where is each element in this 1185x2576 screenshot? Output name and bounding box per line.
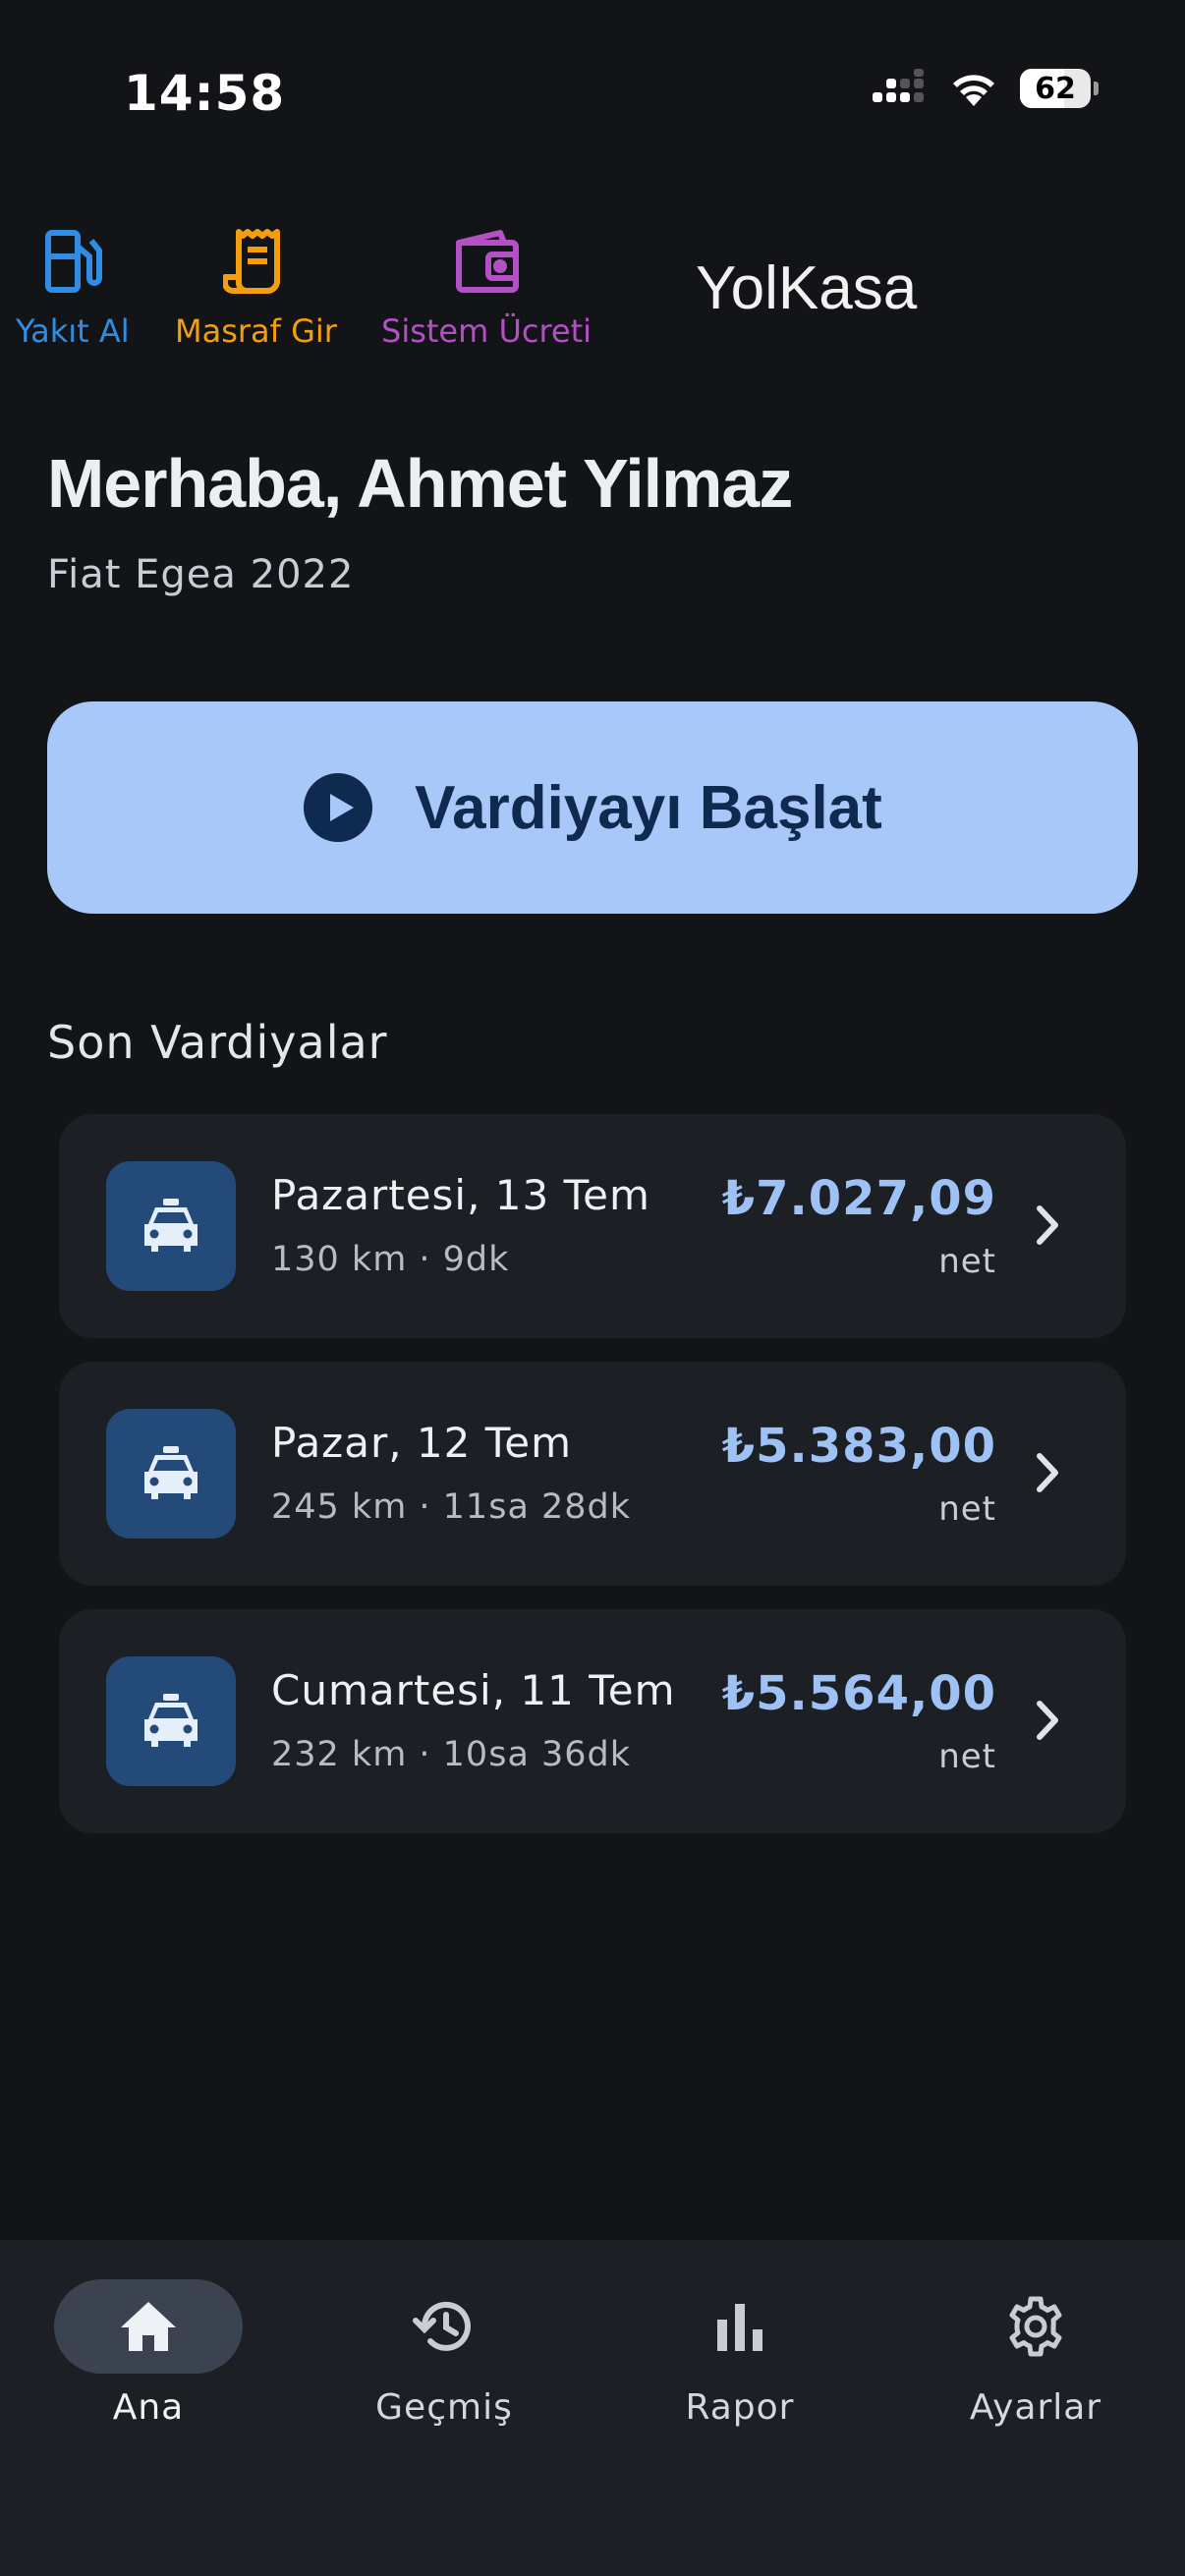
shift-net-amount: ₺5.564,00: [721, 1666, 996, 1721]
start-shift-button[interactable]: Vardiyayı Başlat: [47, 701, 1138, 914]
nav-label-settings: Ayarlar: [969, 2387, 1102, 2428]
shift-date: Pazartesi, 13 Tem: [271, 1171, 650, 1219]
taxi-icon-box: [106, 1656, 236, 1786]
nav-label-home: Ana: [112, 2387, 185, 2428]
shift-details: 245 km · 11sa 28dk: [271, 1487, 632, 1527]
shift-date: Cumartesi, 11 Tem: [271, 1666, 676, 1714]
chevron-right-icon: [1037, 1205, 1058, 1245]
nav-label-history: Geçmiş: [375, 2387, 513, 2428]
taxi-icon: [144, 1446, 198, 1499]
quick-action-system-fee[interactable]: Sistem Ücreti: [381, 224, 592, 350]
quick-action-expense-label: Masraf Gir: [175, 312, 337, 350]
status-time: 14:58: [124, 65, 286, 122]
shift-net-amount: ₺7.027,09: [721, 1171, 996, 1226]
nav-item-home[interactable]: Ana: [21, 2279, 276, 2428]
chevron-right-icon: [1037, 1453, 1058, 1492]
start-shift-label: Vardiyayı Başlat: [415, 773, 882, 842]
taxi-icon: [144, 1199, 198, 1252]
shift-card[interactable]: Cumartesi, 11 Tem 232 km · 10sa 36dk ₺5.…: [59, 1609, 1126, 1833]
greeting-title: Merhaba, Ahmet Yilmaz: [47, 445, 793, 522]
taxi-icon-box: [106, 1161, 236, 1291]
history-icon: [413, 2301, 471, 2351]
taxi-icon-box: [106, 1409, 236, 1539]
battery-indicator: 62: [1020, 69, 1099, 108]
quick-action-fuel-label: Yakıt Al: [16, 312, 130, 350]
cellular-signal-icon: [873, 69, 924, 102]
shift-net-label: net: [938, 1489, 996, 1529]
play-circle-icon: [304, 773, 373, 842]
nav-item-report[interactable]: Rapor: [612, 2279, 868, 2428]
wifi-icon: [953, 75, 994, 106]
recent-shifts-title: Son Vardiyalar: [47, 1016, 388, 1069]
shift-details: 130 km · 9dk: [271, 1240, 510, 1279]
quick-action-expense[interactable]: Masraf Gir: [175, 224, 337, 350]
shift-card[interactable]: Pazartesi, 13 Tem 130 km · 9dk ₺7.027,09…: [59, 1114, 1126, 1338]
taxi-icon: [144, 1694, 198, 1747]
bar-chart-icon: [717, 2304, 762, 2351]
quick-action-fuel[interactable]: Yakıt Al: [16, 224, 130, 350]
car-model: Fiat Egea 2022: [47, 552, 355, 597]
nav-item-settings[interactable]: Ayarlar: [908, 2279, 1163, 2428]
nav-item-history[interactable]: Geçmiş: [316, 2279, 572, 2428]
nav-active-indicator: [54, 2279, 243, 2374]
shift-net-amount: ₺5.383,00: [721, 1419, 996, 1474]
shift-details: 232 km · 10sa 36dk: [271, 1735, 632, 1774]
quick-action-system-fee-label: Sistem Ücreti: [381, 312, 592, 350]
wallet-icon: [456, 230, 520, 293]
status-icons: 62: [873, 69, 1099, 108]
app-brand: YolKasa: [696, 254, 918, 322]
nav-label-report: Rapor: [685, 2387, 795, 2428]
settings-gear-icon: [1009, 2296, 1062, 2357]
bottom-navigation: Ana Geçmiş Rapor Ayarlar: [0, 2240, 1185, 2576]
shift-net-label: net: [938, 1737, 996, 1776]
shift-net-label: net: [938, 1242, 996, 1281]
fuel-pump-icon: [44, 230, 102, 293]
battery-percent: 62: [1035, 71, 1076, 106]
chevron-right-icon: [1037, 1701, 1058, 1740]
receipt-icon: [223, 229, 281, 294]
status-bar: 14:58 62: [0, 0, 1185, 196]
shift-date: Pazar, 12 Tem: [271, 1419, 572, 1467]
home-icon: [121, 2302, 176, 2351]
shift-card[interactable]: Pazar, 12 Tem 245 km · 11sa 28dk ₺5.383,…: [59, 1362, 1126, 1586]
